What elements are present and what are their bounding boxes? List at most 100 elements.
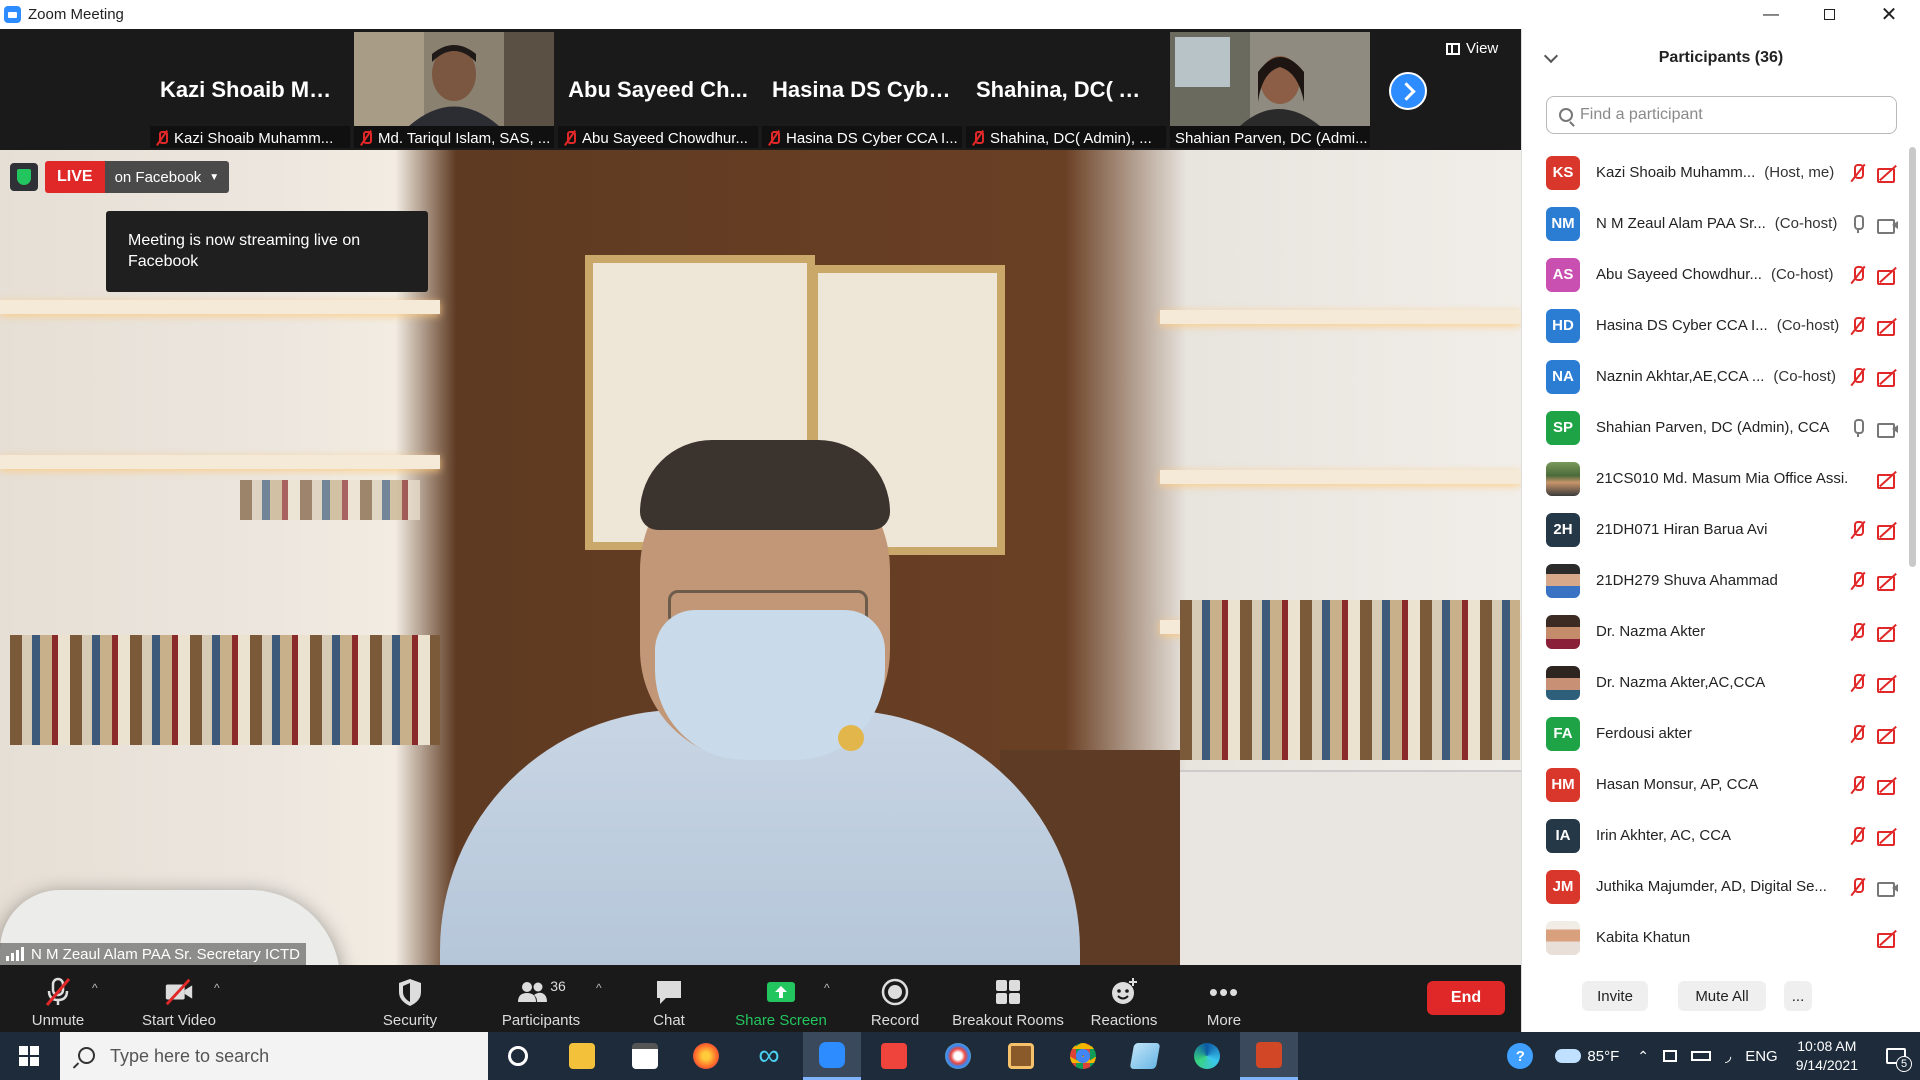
thumbnail-4[interactable]: Shahina, DC( Ad... Shahina, DC( Admin), … [966, 32, 1166, 148]
participant-row[interactable]: FA Ferdousi akter [1522, 708, 1907, 759]
participant-row[interactable]: NA Naznin Akhtar,AE,CCA ... (Co-host) [1522, 351, 1907, 402]
taskbar-infinity-app[interactable]: ∞ [740, 1032, 798, 1080]
audio-options-caret-icon[interactable]: ^ [92, 981, 98, 995]
participant-name: Shahian Parven, DC (Admin), CCA [1596, 419, 1830, 436]
mic-muted-icon[interactable] [1849, 673, 1867, 692]
display-icon[interactable] [1662, 1050, 1677, 1062]
cortana-button[interactable] [489, 1032, 547, 1080]
thumbnail-label: Hasina DS Cyber CCA I... [786, 129, 958, 147]
notifications-button[interactable]: 5 [1872, 1032, 1920, 1080]
reactions-button[interactable]: Reactions [1090, 969, 1158, 1029]
thumbnail-5[interactable]: Shahian Parven, DC (Admi... [1170, 32, 1370, 148]
live-platform-dropdown[interactable]: on Facebook ▼ [104, 161, 230, 193]
participant-row[interactable]: IA Irin Akhter, AC, CCA [1522, 810, 1907, 861]
weather-cloud-icon[interactable] [1555, 1049, 1582, 1063]
share-options-caret-icon[interactable]: ^ [824, 981, 830, 995]
participant-list-scrollbar[interactable] [1909, 147, 1916, 567]
mic-muted-icon[interactable] [1849, 826, 1867, 845]
taskbar-anydesk[interactable] [865, 1032, 923, 1080]
taskbar-store[interactable] [616, 1032, 674, 1080]
close-button[interactable]: ✕ [1866, 0, 1912, 29]
taskbar-zoom[interactable] [803, 1032, 861, 1080]
taskbar-firefox[interactable] [677, 1032, 735, 1080]
mute-all-button[interactable]: Mute All [1678, 981, 1766, 1011]
next-page-arrow-button[interactable] [1389, 72, 1427, 110]
minimize-button[interactable]: — [1748, 0, 1794, 29]
weather-temperature[interactable]: 85°F [1587, 1048, 1619, 1065]
thumbnail-1[interactable]: Md. Tariqul Islam, SAS, ... [354, 32, 554, 148]
mic-muted-icon[interactable] [1849, 367, 1867, 386]
participants-button[interactable]: 36 Participants [496, 969, 586, 1029]
record-button[interactable]: Record [867, 969, 923, 1029]
more-button[interactable]: ••• More [1202, 969, 1246, 1030]
participant-row[interactable]: Kabita Khatun [1522, 912, 1907, 963]
wifi-icon[interactable]: ◞ [1725, 1046, 1731, 1066]
security-button[interactable]: Security [377, 969, 443, 1029]
taskbar-file-explorer[interactable] [553, 1032, 611, 1080]
participants-panel: Participants (36) Find a participant KS K… [1521, 29, 1920, 1032]
participant-status-icons [1849, 520, 1899, 540]
participant-row[interactable]: KS Kazi Shoaib Muhamm... (Host, me) [1522, 147, 1907, 198]
participant-search-input[interactable]: Find a participant [1546, 96, 1897, 134]
mic-muted-icon[interactable] [1849, 877, 1867, 896]
taskbar-edge[interactable] [1178, 1032, 1236, 1080]
participant-name-cell: Ferdousi akter [1596, 725, 1849, 742]
participant-row[interactable]: Dr. Nazma Akter [1522, 606, 1907, 657]
participant-row[interactable]: AS Abu Sayeed Chowdhur... (Co-host) [1522, 249, 1907, 300]
input-language[interactable]: ENG [1745, 1048, 1778, 1065]
mic-muted-icon[interactable] [1849, 265, 1867, 284]
folder-icon [569, 1043, 595, 1069]
participant-row[interactable]: 21CS010 Md. Masum Mia Office Assi... [1522, 453, 1907, 504]
participant-avatar: NA [1546, 359, 1580, 394]
participant-row[interactable]: JM Juthika Majumder, AD, Digital Se... [1522, 861, 1907, 912]
view-button[interactable]: View [1446, 40, 1498, 57]
encryption-shield-icon[interactable] [10, 163, 38, 191]
start-video-button[interactable]: Start Video [134, 969, 224, 1029]
end-meeting-button[interactable]: End [1427, 981, 1505, 1015]
invite-button[interactable]: Invite [1582, 981, 1648, 1011]
mic-muted-icon[interactable] [1849, 775, 1867, 794]
taskbar-notes[interactable] [1116, 1032, 1174, 1080]
firefox-icon [693, 1043, 719, 1069]
help-icon[interactable]: ? [1507, 1043, 1534, 1069]
participant-row[interactable]: SP Shahian Parven, DC (Admin), CCA [1522, 402, 1907, 453]
participants-options-caret-icon[interactable]: ^ [596, 981, 602, 995]
restore-button[interactable] [1806, 0, 1852, 29]
taskbar-photos[interactable] [992, 1032, 1050, 1080]
unmute-button[interactable]: Unmute [26, 969, 90, 1029]
share-screen-button[interactable]: Share Screen [733, 969, 829, 1029]
mic-icon[interactable] [1849, 418, 1867, 437]
taskbar-search-box[interactable]: Type here to search [60, 1032, 488, 1080]
breakout-rooms-button[interactable]: Breakout Rooms [951, 969, 1065, 1029]
chat-button[interactable]: Chat [648, 969, 690, 1029]
tray-expand-chevron-icon[interactable]: ⌃ [1637, 1048, 1649, 1065]
participant-status-icons [1849, 470, 1899, 489]
mic-muted-icon[interactable] [1849, 571, 1867, 590]
participant-row[interactable]: HM Hasan Monsur, AP, CCA [1522, 759, 1907, 810]
mic-icon[interactable] [1849, 214, 1867, 233]
thumbnail-0[interactable]: Kazi Shoaib Mu... Kazi Shoaib Muhamm... [150, 32, 350, 148]
video-options-caret-icon[interactable]: ^ [214, 981, 220, 995]
system-tray: ? 85°F ⌃ ◞ ENG 10:08 AM 9/14/2021 5 [1507, 1032, 1920, 1080]
participant-row[interactable]: Dr. Nazma Akter,AC,CCA [1522, 657, 1907, 708]
mic-muted-icon[interactable] [1849, 520, 1867, 539]
battery-icon[interactable] [1690, 1051, 1711, 1061]
mic-muted-icon[interactable] [1849, 622, 1867, 641]
participant-row[interactable]: NM N M Zeaul Alam PAA Sr... (Co-host) [1522, 198, 1907, 249]
thumbnail-3[interactable]: Hasina DS Cybe... Hasina DS Cyber CCA I.… [762, 32, 962, 148]
participant-row[interactable]: HD Hasina DS Cyber CCA I... (Co-host) [1522, 300, 1907, 351]
participant-row[interactable]: 21DH279 Shuva Ahammad [1522, 555, 1907, 606]
mic-muted-icon[interactable] [1849, 163, 1867, 182]
taskbar-chrome[interactable] [1054, 1032, 1112, 1080]
taskbar-clock[interactable]: 10:08 AM 9/14/2021 [1782, 1037, 1872, 1075]
mic-muted-icon[interactable] [1849, 316, 1867, 335]
reactions-smiley-icon [1112, 978, 1137, 1004]
participant-row[interactable]: 2H 21DH071 Hiran Barua Avi [1522, 504, 1907, 555]
thumbnail-2[interactable]: Abu Sayeed Ch... Abu Sayeed Chowdhur... [558, 32, 758, 148]
panel-more-button[interactable]: ... [1784, 981, 1812, 1011]
taskbar-paint[interactable] [929, 1032, 987, 1080]
participant-list: KS Kazi Shoaib Muhamm... (Host, me) NM N M Z… [1522, 147, 1907, 963]
mic-muted-icon[interactable] [1849, 724, 1867, 743]
start-button[interactable] [0, 1032, 58, 1080]
taskbar-powerpoint[interactable] [1240, 1032, 1298, 1080]
